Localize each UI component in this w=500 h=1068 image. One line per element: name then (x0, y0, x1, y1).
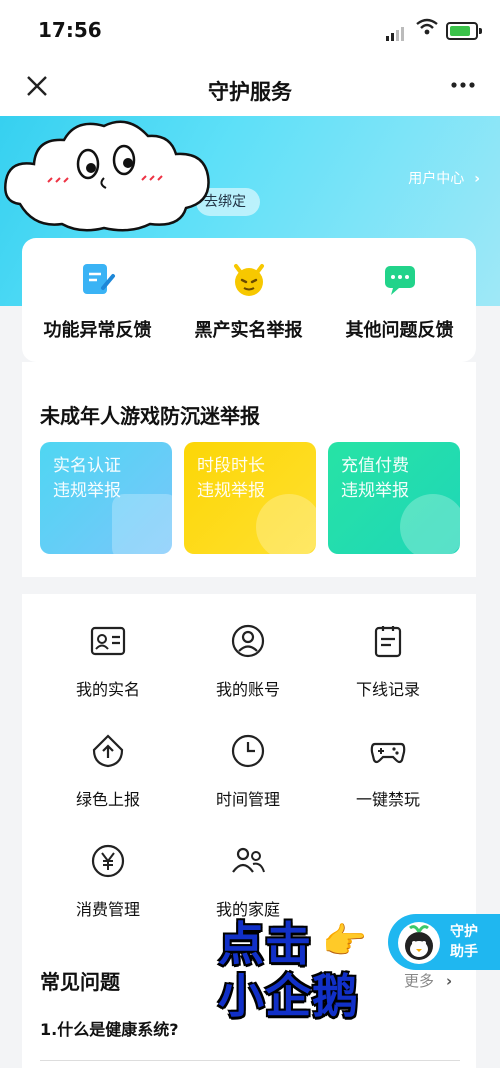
quick-action-label: 功能异常反馈 (43, 320, 152, 341)
page-title: 守护服务 (208, 80, 292, 104)
grid-item-label: 消费管理 (75, 900, 140, 919)
tile-payment-report[interactable]: 充值付费 违规举报 (328, 442, 460, 554)
user-circle-icon (229, 622, 267, 660)
helper-line2: 助手 (450, 944, 478, 960)
faq-more-link[interactable]: 更多 › (404, 970, 452, 991)
promo-overlay: 点击 小企鹅 👉 (218, 918, 378, 1028)
faq-title: 常见问题 (40, 970, 120, 994)
grid-item-my-realname[interactable]: 我的实名 (53, 622, 163, 700)
cloud-mascot-icon (4, 120, 210, 232)
quick-action-function-feedback[interactable]: 功能异常反馈 (22, 260, 173, 342)
family-icon (229, 842, 267, 880)
signal-icon (386, 22, 406, 41)
gamepad-icon (369, 732, 407, 770)
grid-item-label: 我的账号 (215, 680, 280, 699)
guardian-helper-button[interactable]: 守护 助手 (388, 914, 500, 970)
helper-line1: 守护 (450, 924, 478, 940)
grid-item-spending-management[interactable]: 消费管理 (53, 842, 163, 920)
user-center-link[interactable]: 用户中心 › (408, 168, 480, 188)
section-title: 未成年人游戏防沉迷举报 (40, 404, 260, 428)
nav-bar: 守护服务 (0, 62, 500, 116)
tile-realname-report[interactable]: 实名认证 违规举报 (40, 442, 172, 554)
clipboard-icon (369, 622, 407, 660)
clock-watermark-icon (256, 494, 316, 554)
pointing-hand-icon: 👉 (322, 921, 367, 962)
chat-bubble-icon (381, 260, 419, 298)
tile-line1: 实名认证 (53, 456, 121, 476)
status-bar: 17:56 (0, 0, 500, 62)
chevron-right-icon: › (446, 972, 453, 990)
quick-action-other-feedback[interactable]: 其他问题反馈 (324, 260, 475, 342)
faq-item[interactable]: 1.什么是健康系统? (40, 1016, 179, 1040)
grid-item-my-account[interactable]: 我的账号 (193, 622, 303, 700)
id-card-watermark-icon (112, 494, 172, 554)
wifi-icon (416, 18, 438, 41)
upload-shield-icon (89, 732, 127, 770)
tile-time-report[interactable]: 时段时长 违规举报 (184, 442, 316, 554)
faq-more-label: 更多 (404, 972, 435, 990)
quick-actions-card: 功能异常反馈 黑产实名举报 其他问题反馈 (22, 238, 476, 362)
grid-item-label: 绿色上报 (75, 790, 140, 809)
grid-item-one-click-ban[interactable]: 一键禁玩 (333, 732, 443, 810)
grid-item-offline-records[interactable]: 下线记录 (333, 622, 443, 700)
penguin-avatar-icon (398, 922, 440, 964)
tile-line2: 违规举报 (341, 481, 409, 501)
grid-item-label: 下线记录 (355, 680, 420, 699)
grid-item-label: 时间管理 (215, 790, 280, 809)
id-card-icon (89, 622, 127, 660)
promo-line2: 小企鹅 (218, 969, 359, 1023)
more-dots-icon[interactable] (450, 72, 476, 105)
divider (40, 1060, 460, 1061)
chevron-right-icon: › (474, 171, 480, 187)
tile-line1: 充值付费 (341, 456, 409, 476)
tile-line2: 违规举报 (197, 481, 265, 501)
quick-action-label: 其他问题反馈 (345, 320, 454, 341)
clock-icon (229, 732, 267, 770)
grid-item-green-report[interactable]: 绿色上报 (53, 732, 163, 810)
edit-document-icon (79, 260, 117, 298)
tile-line1: 时段时长 (197, 456, 265, 476)
grid-item-label: 我的实名 (75, 680, 140, 699)
devil-face-icon (230, 260, 268, 298)
grid-item-time-management[interactable]: 时间管理 (193, 732, 303, 810)
grid-item-label: 一键禁玩 (355, 790, 420, 809)
grid-item-my-family[interactable]: 我的家庭 (193, 842, 303, 920)
yuan-coin-icon (89, 842, 127, 880)
yuan-watermark-icon (400, 494, 460, 554)
battery-icon (446, 22, 482, 40)
user-center-label: 用户中心 (408, 171, 465, 187)
quick-action-label: 黑产实名举报 (194, 320, 303, 341)
status-time: 17:56 (38, 18, 102, 42)
tile-line2: 违规举报 (53, 481, 121, 501)
quick-action-blackmarket-report[interactable]: 黑产实名举报 (173, 260, 324, 342)
